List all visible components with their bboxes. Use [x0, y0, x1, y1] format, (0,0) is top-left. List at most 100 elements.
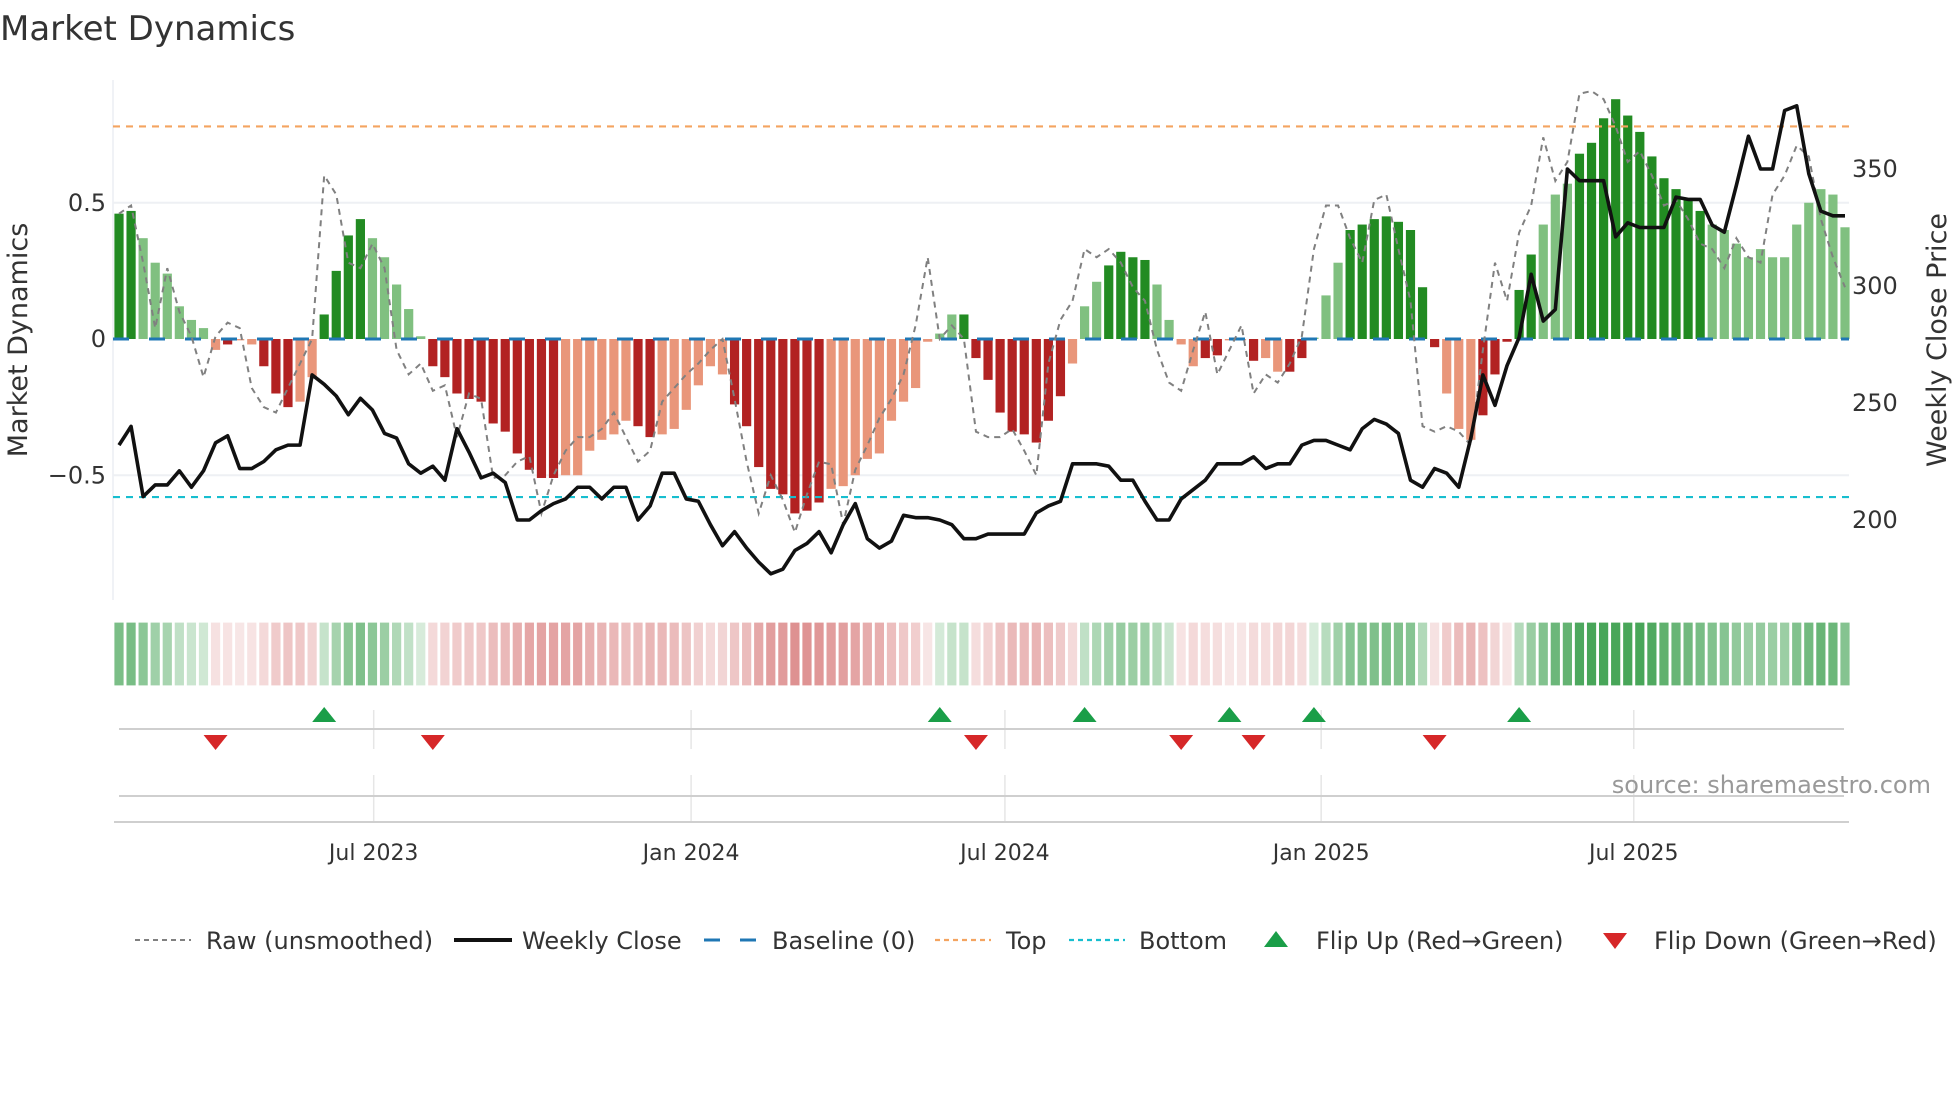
momentum-bar	[1683, 200, 1693, 339]
momentum-bars	[114, 99, 1850, 514]
legend-label: Weekly Close	[522, 927, 682, 955]
momentum-bar	[1393, 221, 1404, 339]
heatmap-cell	[1042, 621, 1055, 687]
flip-down-marker	[203, 735, 228, 750]
momentum-bar	[1381, 216, 1391, 339]
heatmap-cell	[318, 621, 330, 687]
y2-tick-label: 200	[1852, 506, 1898, 534]
momentum-bar	[114, 213, 124, 339]
momentum-bar	[1417, 287, 1428, 339]
momentum-bar	[428, 339, 438, 367]
legend-item-baseline: Baseline (0)	[704, 927, 915, 955]
flip-up-marker	[1072, 707, 1097, 722]
heatmap-cell	[861, 621, 874, 687]
flip-up-marker	[312, 707, 337, 722]
legend-item-bottom: Bottom	[1069, 927, 1227, 955]
heatmap-cell	[1078, 621, 1091, 687]
heatmap-cell	[1018, 621, 1031, 687]
momentum-bar	[1707, 224, 1717, 339]
legend: Raw (unsmoothed) Weekly Close Baseline (0)…	[135, 927, 1937, 955]
momentum-bar	[1321, 295, 1331, 339]
heatmap-cell	[982, 621, 994, 687]
momentum-bar	[512, 339, 522, 454]
heatmap-cell	[1030, 621, 1043, 687]
heatmap-cell	[728, 621, 741, 687]
heatmap-cell	[1561, 621, 1574, 687]
market-dynamics-chart: Market Dynamics 0.5 0 −0.5 350 300 250 200 Jul …	[0, 9, 1953, 955]
heatmap-cell	[414, 621, 427, 687]
heatmap-cell	[1151, 621, 1163, 687]
momentum-bar	[886, 339, 897, 421]
heatmap-cell	[1127, 621, 1139, 687]
momentum-bar	[1442, 339, 1452, 394]
flip-up-marker	[1507, 707, 1532, 722]
legend-item-close: Weekly Close	[454, 927, 682, 955]
flip-down-marker	[1169, 735, 1194, 750]
heatmap-cell	[994, 621, 1006, 687]
x-tick-label: Jul 2023	[327, 841, 419, 866]
heatmap-cell	[1392, 621, 1405, 687]
chart-title: Market Dynamics	[0, 9, 295, 49]
heatmap-cell	[885, 621, 898, 687]
momentum-bar	[717, 339, 728, 375]
heatmap-cell	[1573, 621, 1586, 687]
momentum-bar	[488, 339, 498, 424]
momentum-bar	[1164, 319, 1174, 339]
momentum-bar	[259, 339, 269, 367]
heatmap-cell	[330, 621, 343, 687]
heatmap-cell	[1356, 621, 1369, 687]
heatmap-cell	[1513, 621, 1525, 687]
momentum-bar	[766, 339, 776, 489]
heatmap-cell	[1102, 621, 1115, 687]
momentum-bar	[1780, 257, 1790, 339]
heatmap-cell	[1839, 621, 1851, 687]
heatmap-cell	[390, 621, 403, 687]
heatmap-cell	[463, 621, 475, 687]
flip-down-marker	[963, 735, 988, 750]
momentum-bar	[1792, 224, 1802, 339]
momentum-bar	[1731, 243, 1741, 339]
heatmap-cell	[1344, 621, 1356, 687]
heatmap-cell	[137, 621, 149, 687]
momentum-bar	[1261, 339, 1271, 359]
heatmap-cell	[608, 621, 620, 687]
heatmap-cell	[1477, 621, 1489, 687]
heatmap-cell	[656, 621, 668, 687]
heatmap-cell	[1730, 621, 1743, 687]
heatmap-cell	[1235, 621, 1248, 687]
momentum-bar	[826, 339, 836, 489]
momentum-bar	[1104, 265, 1114, 339]
legend-label: Flip Up (Red→Green)	[1316, 927, 1564, 955]
momentum-bar	[1128, 257, 1138, 339]
momentum-bar	[742, 339, 752, 427]
momentum-bar	[452, 339, 462, 394]
momentum-bar	[162, 273, 172, 339]
heatmap-cell	[933, 621, 946, 687]
flip-up-icon	[1264, 931, 1288, 947]
momentum-bar	[560, 339, 571, 476]
momentum-bar	[1333, 262, 1343, 339]
heatmap-cell	[427, 621, 439, 687]
momentum-bar	[500, 339, 510, 432]
heatmap-cell	[1501, 621, 1513, 687]
momentum-bar	[1007, 339, 1017, 432]
flip-up-marker	[1301, 707, 1326, 722]
momentum-bar	[1635, 131, 1645, 339]
heatmap-cell	[1308, 621, 1320, 687]
momentum-bar	[536, 339, 547, 478]
momentum-bar	[923, 339, 933, 342]
heatmap-cell	[680, 621, 693, 687]
heatmap-cell	[1199, 621, 1212, 687]
momentum-bar	[621, 339, 631, 421]
momentum-bar	[1019, 339, 1029, 435]
heatmap-cell	[1090, 621, 1103, 687]
heatmap-cell	[354, 621, 367, 687]
heatmap-cell	[1054, 621, 1067, 687]
heatmap-cell	[270, 621, 282, 687]
heatmap-cell	[789, 621, 801, 687]
momentum-bar	[1079, 306, 1090, 339]
heatmap-cell	[1187, 621, 1200, 687]
heatmap-cell	[1754, 621, 1767, 687]
heatmap-cell	[559, 621, 572, 687]
heatmap-cell	[1634, 621, 1646, 687]
